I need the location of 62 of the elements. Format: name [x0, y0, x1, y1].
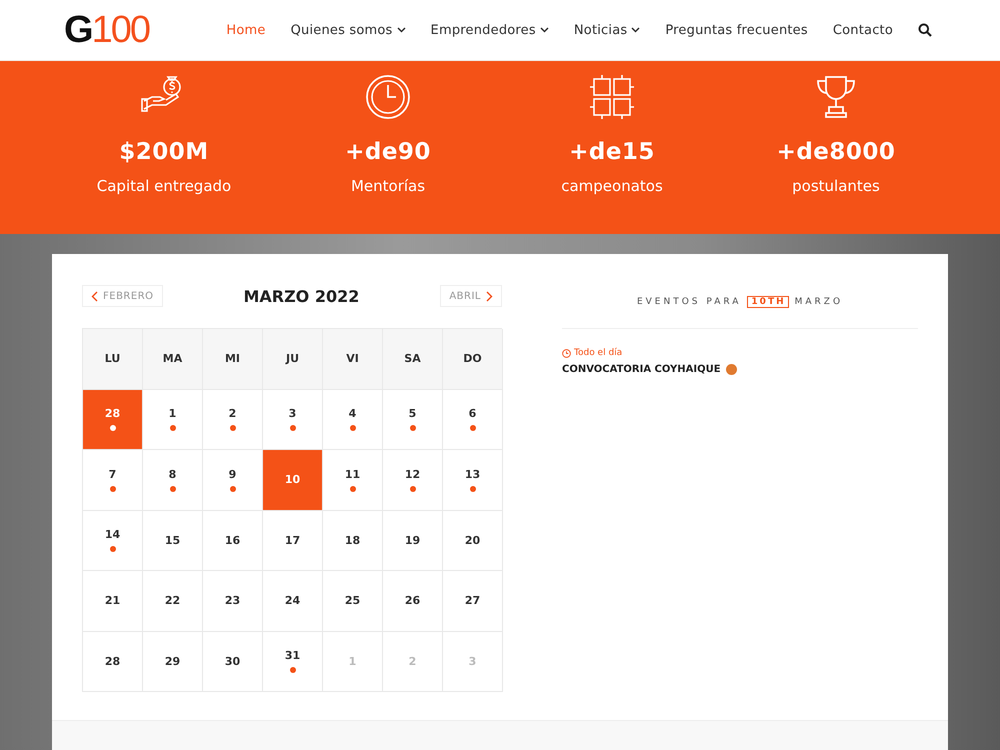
weekday-header: VI — [323, 329, 383, 390]
day-cell[interactable]: 20 — [443, 510, 503, 571]
nav-link[interactable]: Quienes somos — [290, 22, 406, 38]
day-cell[interactable]: 4 — [323, 390, 383, 450]
stat-label: Mentorías — [350, 177, 426, 195]
stat-value: $200M — [119, 139, 209, 165]
day-cell[interactable]: 7 — [83, 450, 143, 510]
stat-label: campeonatos — [561, 177, 663, 195]
stat-value: +de90 — [345, 139, 431, 165]
weekday-header: DO — [443, 329, 503, 390]
day-cell[interactable]: 26 — [383, 571, 443, 632]
logo[interactable]: G100 — [64, 8, 149, 52]
day-cell[interactable]: 31 — [263, 632, 323, 692]
selected-date-label: 10TH — [747, 296, 789, 308]
day-cell[interactable]: 5 — [383, 390, 443, 450]
event-title-link[interactable]: CONVOCATORIA COYHAIQUE — [562, 364, 721, 375]
month-title: MARZO 2022 — [243, 286, 360, 306]
event-time: Todo el día — [574, 348, 622, 358]
clock-icon — [562, 348, 571, 358]
events-heading: EVENTOS PARA — [636, 297, 742, 307]
day-cell[interactable]: 22 — [143, 571, 203, 632]
day-cell[interactable]: 29 — [143, 632, 203, 692]
day-cell[interactable]: 18 — [323, 510, 383, 571]
clock-icon — [364, 73, 412, 121]
stat-label: Capital entregado — [96, 177, 232, 195]
day-cell[interactable]: 16 — [203, 510, 263, 571]
day-cell[interactable]: 23 — [203, 571, 263, 632]
day-cell[interactable]: 12 — [383, 450, 443, 510]
chevron-right-icon — [486, 290, 493, 302]
day-cell[interactable]: 24 — [263, 571, 323, 632]
day-cell[interactable]: 14 — [83, 510, 143, 571]
day-cell[interactable]: 25 — [323, 571, 383, 632]
nav-link[interactable]: Emprendedores — [430, 22, 549, 38]
stat-value: +de8000 — [776, 139, 896, 165]
weekday-header: MA — [143, 329, 203, 390]
weekday-header: LU — [83, 329, 143, 390]
day-cell[interactable]: 15 — [143, 510, 203, 571]
stat-label: postulantes — [792, 177, 880, 195]
nav-link[interactable]: Preguntas frecuentes — [665, 22, 808, 38]
day-cell[interactable]: 19 — [383, 510, 443, 571]
search-button[interactable] — [918, 23, 932, 37]
day-cell[interactable]: 21 — [83, 571, 143, 632]
day-cell[interactable]: 28 — [83, 632, 143, 692]
day-cell[interactable]: 27 — [443, 571, 503, 632]
nav-link[interactable]: Noticias — [574, 22, 640, 38]
nav-link[interactable]: Contacto — [832, 22, 893, 38]
weekday-header: SA — [383, 329, 443, 390]
linked-hands-icon — [588, 73, 636, 121]
weekday-header: JU — [263, 329, 323, 390]
day-cell[interactable]: 8 — [143, 450, 203, 510]
events-heading: MARZO — [794, 297, 844, 307]
weekday-header: MI — [203, 329, 263, 390]
search-icon — [918, 23, 932, 37]
day-cell[interactable]: 2 — [203, 390, 263, 450]
day-cell[interactable]: 30 — [203, 632, 263, 692]
day-cell[interactable]: 6 — [443, 390, 503, 450]
day-cell[interactable]: 13 — [443, 450, 503, 510]
day-cell[interactable]: 1 — [143, 390, 203, 450]
day-cell[interactable]: 11 — [323, 450, 383, 510]
stat-value: +de15 — [569, 139, 655, 165]
chevron-left-icon — [91, 290, 98, 302]
day-cell[interactable]: 17 — [263, 510, 323, 571]
